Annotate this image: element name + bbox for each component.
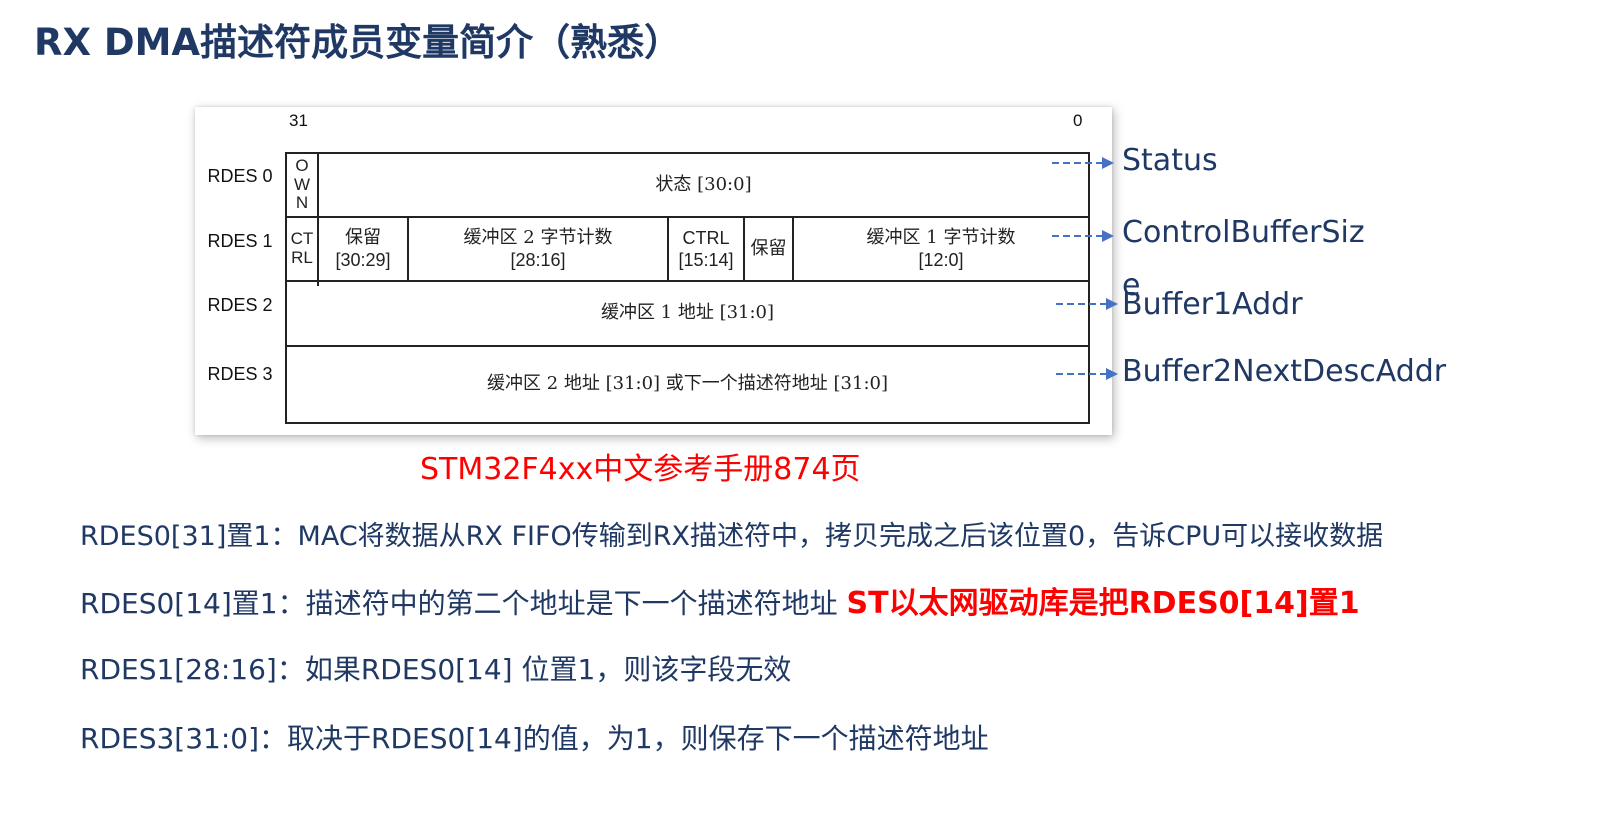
page-title: RX DMA描述符成员变量简介（熟悉） [34,21,682,64]
arrow-buffer2nextdescaddr [1056,364,1118,384]
buffer2-bytecount-cell: 缓冲区 2 字节计数 [28:16] [463,226,613,271]
field-buffer2nextdescaddr: Buffer2NextDescAddr [1122,354,1447,389]
field-controlbuffersize: ControlBufferSiz [1122,215,1365,250]
figure-caption: STM32F4xx中文参考手册874页 [420,452,861,487]
descriptor-grid: O W N 状态 [30:0] CT RL 保留 [30:29] 缓冲区 2 字… [285,152,1090,424]
bit-0-label: 0 [1073,111,1083,130]
buffer2-address-cell: 缓冲区 2 地址 [31:0] 或下一个描述符地址 [31:0] [487,373,888,395]
desc-line-3: RDES1[28:16]：如果RDES0[14] 位置1，则该字段无效 [80,653,792,686]
desc-line-2-highlight: ST以太网驱动库是把RDES0[14]置1 [846,586,1360,621]
status-cell: 状态 [30:0] [655,173,752,195]
row-label-rdes3: RDES 3 [207,364,273,384]
field-status: Status [1122,143,1218,178]
buffer1-bytecount-cell: 缓冲区 1 字节计数 [12:0] [866,226,1016,271]
arrow-controlbuffersize [1052,226,1114,246]
bit-31-label: 31 [289,111,308,130]
row-label-rdes1: RDES 1 [207,231,273,251]
reserved-30-29-cell: 保留 [30:29] [335,226,391,271]
own-cell: O W N [293,155,311,213]
desc-line-2: RDES0[14]置1：描述符中的第二个地址是下一个描述符地址 ST以太网驱动库… [80,578,1360,622]
buffer1-address-cell: 缓冲区 1 地址 [31:0] [600,302,775,324]
desc-line-2-text: RDES0[14]置1：描述符中的第二个地址是下一个描述符地址 [80,587,847,620]
ctrl-left-cell: CT RL [290,229,314,267]
desc-line-1: RDES0[31]置1：MAC将数据从RX FIFO传输到RX描述符中，拷贝完成… [80,521,1384,552]
arrow-status [1052,153,1114,173]
descriptor-figure: 31 0 RDES 0 RDES 1 RDES 2 RDES 3 O W N 状… [195,107,1112,435]
ctrl-15-14-cell: CTRL [15:14] [678,227,734,271]
row-label-rdes2: RDES 2 [207,295,273,315]
arrow-buffer1addr [1056,294,1118,314]
desc-line-4: RDES3[31:0]：取决于RDES0[14]的值，为1，则保存下一个描述符地… [80,722,989,755]
field-buffer1addr: Buffer1Addr [1122,287,1303,322]
reserved-cell: 保留 [750,237,787,259]
row-label-rdes0: RDES 0 [207,166,273,186]
